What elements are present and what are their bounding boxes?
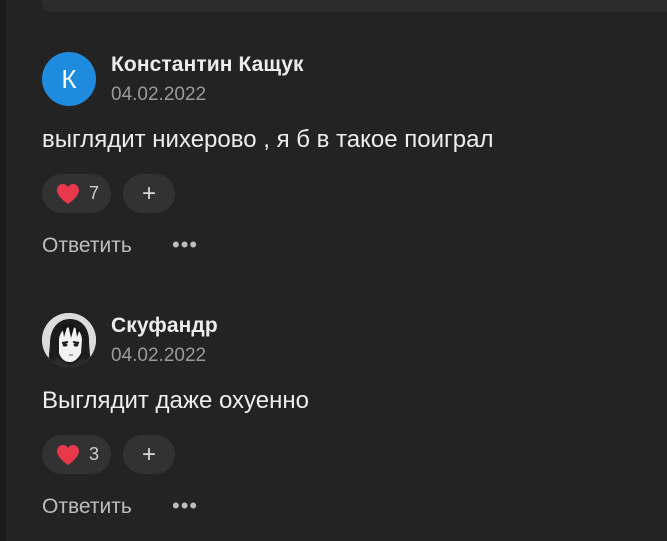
avatar[interactable]: К xyxy=(42,52,96,106)
add-reaction-button[interactable]: + xyxy=(123,435,175,474)
more-options-icon[interactable]: ••• xyxy=(172,493,198,519)
heart-icon xyxy=(57,445,79,465)
previous-comment-box xyxy=(42,0,667,12)
left-rail xyxy=(0,0,6,541)
comment-text: Выглядит даже охуенно xyxy=(42,387,309,414)
like-count: 3 xyxy=(89,444,100,464)
add-reaction-button[interactable]: + xyxy=(123,174,175,213)
like-reaction-button[interactable]: 7 xyxy=(42,174,111,213)
heart-icon xyxy=(57,184,79,204)
reply-link[interactable]: Ответить xyxy=(42,234,132,258)
comment-text: выглядит нихерово , я б в такое поиграл xyxy=(42,126,494,153)
comment-author[interactable]: Скуфандр xyxy=(111,314,218,338)
like-count: 7 xyxy=(89,183,100,203)
plus-icon: + xyxy=(141,179,156,207)
comment-date[interactable]: 04.02.2022 xyxy=(111,345,206,367)
reply-link[interactable]: Ответить xyxy=(42,495,132,519)
anime-avatar-image xyxy=(42,313,96,367)
plus-icon: + xyxy=(141,440,156,468)
comment-author[interactable]: Константин Кащук xyxy=(111,53,304,77)
like-reaction-button[interactable]: 3 xyxy=(42,435,111,474)
avatar[interactable] xyxy=(42,313,96,367)
avatar-letter: К xyxy=(61,63,77,94)
comment-date[interactable]: 04.02.2022 xyxy=(111,84,206,106)
more-options-icon[interactable]: ••• xyxy=(172,232,198,258)
